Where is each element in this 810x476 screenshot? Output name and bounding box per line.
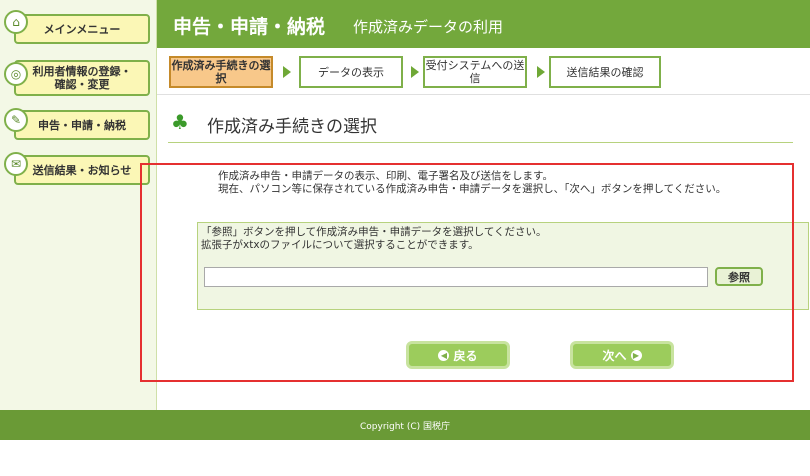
- step-indicator: 作成済み手続きの選択 データの表示 受付システムへの送信 送信結果の確認: [157, 48, 810, 95]
- arrow-icon: [283, 66, 291, 78]
- divider: [168, 142, 793, 143]
- mail-icon: ✉: [4, 152, 28, 176]
- user-icon: ◎: [4, 62, 28, 86]
- right-arrow-icon: ▶: [630, 349, 642, 361]
- back-button[interactable]: ◀ 戻る: [406, 341, 510, 369]
- clover-icon: ♣: [171, 110, 189, 134]
- step-label: データの表示: [318, 65, 384, 79]
- sidebar-item-label: 申告・申請・納税: [38, 118, 126, 132]
- file-instruction-line: 「参照」ボタンを押して作成済み申告・申請データを選択してください。: [201, 226, 547, 238]
- back-label: 戻る: [453, 348, 478, 363]
- step-label: 作成済み手続きの選択: [171, 59, 271, 85]
- sidebar-item-main-menu[interactable]: メインメニュー: [14, 14, 150, 44]
- instructions: 作成済み申告・申請データの表示、印刷、電子署名及び送信をします。 現在、パソコン…: [218, 170, 798, 196]
- step-label: 受付システムへの送信: [425, 59, 525, 85]
- sidebar-item-label: 送信結果・お知らせ: [32, 163, 132, 177]
- instruction-line: 現在、パソコン等に保存されている作成済み申告・申請データを選択し、「次へ」ボタン…: [218, 183, 727, 195]
- sidebar-item-results[interactable]: 送信結果・お知らせ: [14, 155, 150, 185]
- step-send: 受付システムへの送信: [423, 56, 527, 88]
- arrow-icon: [411, 66, 419, 78]
- file-select-panel: 「参照」ボタンを押して作成済み申告・申請データを選択してください。 拡張子がxt…: [197, 222, 809, 310]
- file-instructions: 「参照」ボタンを押して作成済み申告・申請データを選択してください。 拡張子がxt…: [201, 226, 547, 252]
- sidebar-item-label: 利用者情報の登録・ 確認・変更: [32, 65, 132, 91]
- step-select: 作成済み手続きの選択: [169, 56, 273, 88]
- header: 申告・申請・納税 作成済みデータの利用: [157, 0, 810, 48]
- page-bottom: [0, 440, 810, 476]
- sidebar-item-declaration[interactable]: 申告・申請・納税: [14, 110, 150, 140]
- footer: Copyright (C) 国税庁: [0, 410, 810, 440]
- home-icon: ⌂: [4, 10, 28, 34]
- left-arrow-icon: ◀: [438, 349, 450, 361]
- sidebar-item-user-info[interactable]: 利用者情報の登録・ 確認・変更: [14, 60, 150, 96]
- copyright: Copyright (C) 国税庁: [359, 421, 450, 432]
- file-path-input[interactable]: [204, 267, 708, 287]
- sidebar: メインメニュー ⌂ 利用者情報の登録・ 確認・変更 ◎ 申告・申請・納税 ✎ 送…: [0, 0, 157, 410]
- document-icon: ✎: [4, 108, 28, 132]
- file-instruction-line: 拡張子がxtxのファイルについて選択することができます。: [201, 239, 479, 251]
- page-subtitle: 作成済みデータの利用: [353, 18, 504, 36]
- next-label: 次へ: [602, 348, 627, 363]
- step-confirm: 送信結果の確認: [549, 56, 661, 88]
- next-button[interactable]: 次へ ▶: [570, 341, 674, 369]
- step-display: データの表示: [299, 56, 403, 88]
- section-title: 作成済み手続きの選択: [207, 117, 377, 137]
- browse-button[interactable]: 参照: [715, 267, 763, 286]
- sidebar-item-label: メインメニュー: [43, 22, 121, 36]
- arrow-icon: [537, 66, 545, 78]
- instruction-line: 作成済み申告・申請データの表示、印刷、電子署名及び送信をします。: [218, 170, 553, 182]
- page-title: 申告・申請・納税: [173, 16, 326, 38]
- step-label: 送信結果の確認: [566, 65, 644, 79]
